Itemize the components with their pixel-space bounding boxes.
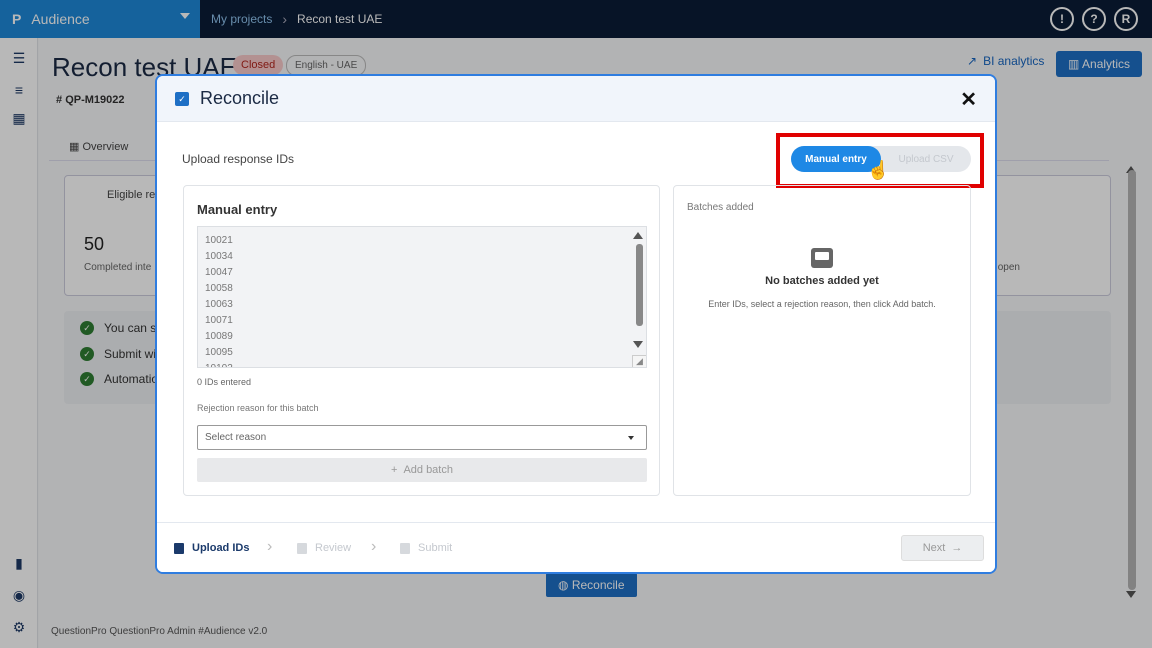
arrow-right-icon: →	[951, 542, 963, 554]
next-label: Next	[922, 542, 946, 554]
reason-select[interactable]: Select reason	[197, 425, 647, 450]
textarea-scroll-up[interactable]	[633, 232, 643, 239]
send-icon	[400, 542, 410, 554]
reason-select-value: Select reason	[205, 432, 267, 443]
next-button[interactable]: Next →	[901, 535, 984, 561]
step-label: Upload IDs	[192, 542, 250, 554]
hand-cursor-icon: ☝	[867, 160, 890, 180]
textarea-scroll-down[interactable]	[633, 341, 643, 348]
empty-title: No batches added yet	[765, 275, 879, 287]
upload-label: Upload response IDs	[182, 152, 295, 166]
plus-icon: +	[391, 464, 398, 476]
id-line: 10021	[205, 235, 233, 246]
id-line: 10071	[205, 315, 233, 326]
step-label: Review	[315, 542, 352, 554]
batches-label: Batches added	[687, 202, 754, 213]
ids-textarea[interactable]: 10021 10034 10047 10058 10063 10071 1008…	[197, 226, 647, 368]
reason-label: Rejection reason for this batch	[197, 403, 319, 413]
modal-title: Reconcile	[200, 88, 280, 108]
resize-handle-icon[interactable]: ◢	[632, 355, 646, 367]
empty-text: Enter IDs, select a rejection reason, th…	[708, 299, 936, 309]
textarea-scrollbar[interactable]	[636, 244, 643, 326]
id-line: 10095	[205, 347, 233, 358]
reconcile-modal: ✓ Reconcile ✕ Upload response IDs Manual…	[155, 74, 997, 574]
ids-list: 10021 10034 10047 10058 10063 10071 1008…	[205, 233, 233, 367]
id-line: 10063	[205, 299, 233, 310]
modal-header: ✓ Reconcile ✕	[157, 76, 995, 122]
step-review: Review	[297, 542, 351, 554]
batches-card: Batches added No batches added yet Enter…	[673, 185, 971, 496]
step-submit: Submit	[400, 542, 452, 554]
id-line: 10034	[205, 251, 233, 262]
chevron-right-icon: ›	[371, 538, 377, 555]
manual-entry-title: Manual entry	[197, 202, 278, 217]
id-line: 10047	[205, 267, 233, 278]
upload-file-icon	[174, 542, 184, 554]
ids-count: 0 IDs entered	[197, 377, 252, 387]
id-line: 10089	[205, 331, 233, 342]
chevron-right-icon: ›	[267, 538, 273, 555]
close-icon[interactable]: ✕	[960, 87, 977, 112]
inbox-icon	[811, 248, 833, 268]
review-icon	[297, 542, 307, 554]
add-batch-button[interactable]: + Add batch	[197, 458, 647, 482]
chevron-down-icon	[628, 436, 634, 440]
manual-entry-card: Manual entry 10021 10034 10047 10058 100…	[183, 185, 660, 496]
add-batch-label: Add batch	[403, 464, 453, 476]
step-upload-ids: Upload IDs	[174, 542, 249, 554]
checklist-icon: ✓	[175, 92, 189, 106]
id-line: 10058	[205, 283, 233, 294]
id-line: 10102	[205, 361, 233, 367]
modal-footer: Upload IDs › Review › Submit Next →	[157, 522, 995, 572]
step-label: Submit	[418, 542, 453, 554]
